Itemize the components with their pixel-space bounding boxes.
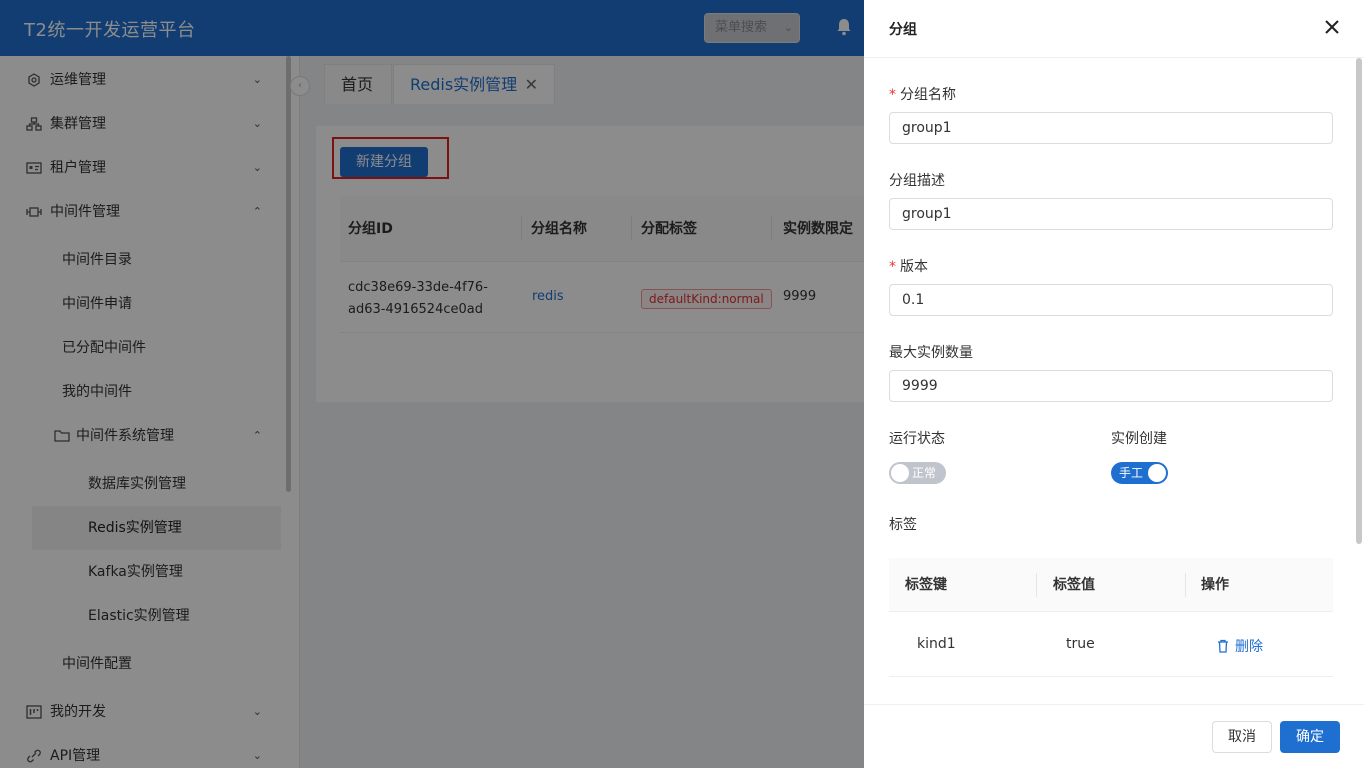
max-instance-input[interactable]: 9999 [889, 370, 1333, 402]
column-header: 标签值 [1053, 577, 1095, 593]
max-instance-label: 最大实例数量 [889, 345, 973, 361]
column-header: 操作 [1201, 577, 1229, 593]
instance-create-switch[interactable]: 手工 [1111, 462, 1168, 484]
table-row: kind1 true 删除 [889, 613, 1333, 677]
column-header: 标签键 [905, 577, 947, 593]
tag-value-cell: true [1066, 636, 1095, 652]
tags-label: 标签 [889, 517, 917, 533]
drawer-scrollbar[interactable] [1356, 58, 1362, 544]
close-icon[interactable] [1322, 17, 1342, 37]
group-drawer: 分组 * 分组名称 group1 分组描述 group1 * 版本 0.1 最大实例… [864, 0, 1364, 768]
run-status-label: 运行状态 [889, 431, 945, 447]
version-input[interactable]: 0.1 [889, 284, 1333, 316]
trash-icon [1218, 639, 1228, 653]
delete-tag-button[interactable]: 删除 [1217, 636, 1263, 656]
tag-key-cell: kind1 [917, 636, 956, 652]
confirm-button[interactable]: 确定 [1280, 721, 1340, 753]
switch-knob [1148, 464, 1166, 482]
group-desc-input[interactable]: group1 [889, 198, 1333, 230]
modal-mask[interactable] [0, 0, 864, 768]
run-status-switch[interactable]: 正常 [889, 462, 946, 484]
group-name-label: * 分组名称 [889, 84, 956, 104]
delete-label: 删除 [1235, 639, 1263, 655]
group-name-input[interactable]: group1 [889, 112, 1333, 144]
tags-table-header: 标签键 标签值 操作 [889, 558, 1333, 612]
column-divider [1036, 573, 1037, 597]
switch-text: 手工 [1119, 466, 1144, 480]
switch-text: 正常 [912, 466, 937, 480]
switch-knob [891, 464, 909, 482]
version-label: * 版本 [889, 256, 928, 276]
cancel-button[interactable]: 取消 [1212, 721, 1272, 753]
field-label-text: 版本 [900, 259, 928, 275]
instance-create-label: 实例创建 [1111, 431, 1167, 447]
group-desc-label: 分组描述 [889, 173, 945, 189]
required-mark: * [889, 87, 896, 103]
drawer-footer: 取消 确定 [864, 704, 1364, 768]
drawer-header: 分组 [864, 0, 1364, 58]
drawer-title: 分组 [889, 22, 917, 38]
required-mark: * [889, 259, 896, 275]
column-divider [1185, 573, 1186, 597]
field-label-text: 分组名称 [900, 87, 956, 103]
